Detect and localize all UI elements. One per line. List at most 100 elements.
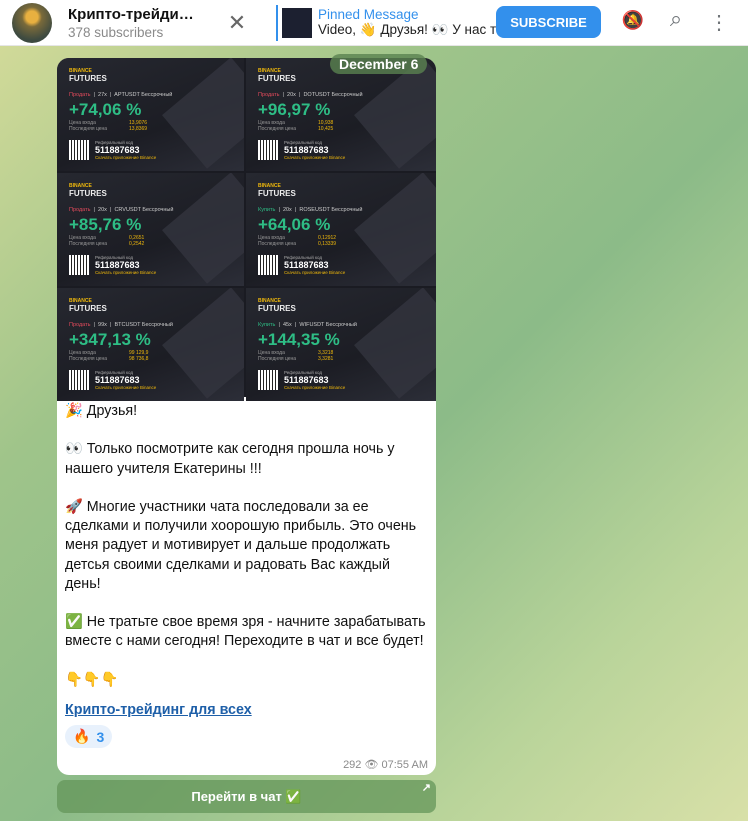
trade-side: Купить bbox=[258, 322, 276, 328]
trade-info: Продать | 20x | CRVUSDT Бессрочный bbox=[69, 207, 174, 213]
eye-icon: 👁 bbox=[364, 759, 379, 771]
ref-code: 511887683 bbox=[284, 260, 329, 270]
prices: Цена входа 10,938 Последняя цена 10,425 bbox=[258, 120, 436, 132]
trade-card[interactable]: BINANCE FUTURES Продать | 20x | DOTUSDT … bbox=[246, 58, 436, 171]
qr-code bbox=[69, 140, 89, 160]
pair: BTCUSDT Бессрочный bbox=[114, 322, 173, 328]
last-label: Последняя цена bbox=[69, 126, 108, 132]
pinned-text: Video, 👋 Друзья! 👀 У нас то… bbox=[318, 22, 518, 37]
trade-info: Продать | 20x | DOTUSDT Бессрочный bbox=[258, 92, 363, 98]
paragraph: 🎉 Друзья! bbox=[65, 403, 138, 419]
leverage: 20x bbox=[282, 207, 292, 213]
leverage: 27x bbox=[98, 92, 107, 98]
trade-info: Продать | 99x | BTCUSDT Бессрочный bbox=[69, 322, 173, 328]
leverage: 20x bbox=[98, 207, 107, 213]
pnl-percent: +347,13 % bbox=[69, 330, 151, 349]
download-label: Скачать приложение Binance bbox=[284, 155, 346, 160]
download-label: Скачать приложение Binance bbox=[95, 270, 157, 275]
ref-code: 511887683 bbox=[284, 145, 329, 155]
ref-code: 511887683 bbox=[95, 145, 140, 155]
futures-label: FUTURES bbox=[69, 74, 107, 83]
pnl-percent: +74,06 % bbox=[69, 100, 142, 119]
futures-label: FUTURES bbox=[258, 189, 296, 198]
go-to-chat-label: Перейти в чат ✅ bbox=[191, 788, 302, 804]
prices: Цена входа 0,2651 Последняя цена 0,2542 bbox=[69, 235, 244, 247]
referral: Реферальный код 511887683 Скачать приложен… bbox=[258, 255, 436, 275]
trade-info: Купить | 45x | WIFUSDT Бессрочный bbox=[258, 322, 357, 328]
external-arrow-icon: ↗ bbox=[421, 782, 431, 794]
mute-icon[interactable]: 🔕 bbox=[620, 10, 646, 31]
search-icon[interactable]: ⌕ bbox=[663, 6, 689, 32]
last-label: Последняя цена bbox=[69, 241, 108, 247]
download-label: Скачать приложение Binance bbox=[284, 270, 346, 275]
pair: CRVUSDT Бессрочный bbox=[114, 207, 174, 213]
ref-code: 511887683 bbox=[95, 260, 140, 270]
referral: Реферальный код 511887683 Скачать приложен… bbox=[69, 255, 244, 275]
reaction-fire[interactable]: 🔥 3 bbox=[65, 725, 113, 749]
trade-card[interactable]: BINANCE FUTURES Продать | 99x | BTCUSDT … bbox=[57, 288, 244, 401]
trade-card[interactable]: BINANCE FUTURES Продать | 20x | CRVUSDT … bbox=[57, 173, 244, 286]
trade-card[interactable]: BINANCE FUTURES Купить | 45x | WIFUSDT Б… bbox=[246, 288, 436, 401]
trade-card[interactable]: BINANCE FUTURES Продать | 27x | APTUSDT … bbox=[57, 58, 244, 171]
subscribe-button[interactable]: SUBSCRIBE bbox=[496, 6, 601, 38]
futures-label: FUTURES bbox=[69, 304, 107, 313]
futures-label: FUTURES bbox=[258, 74, 296, 83]
pnl-percent: +85,76 % bbox=[69, 215, 142, 234]
go-to-chat-button[interactable]: Перейти в чат ✅ ↗ bbox=[57, 780, 436, 813]
futures-label: FUTURES bbox=[69, 189, 107, 198]
qr-code bbox=[69, 255, 89, 275]
subscriber-count: 378 subscribers bbox=[68, 24, 164, 40]
trade-side: Купить bbox=[258, 207, 276, 213]
channel-avatar[interactable] bbox=[12, 2, 52, 43]
fire-icon: 🔥 bbox=[73, 728, 91, 745]
date-badge: December 6 bbox=[330, 54, 428, 74]
leverage: 99x bbox=[98, 322, 107, 328]
pinned-message[interactable]: Pinned Message Video, 👋 Друзья! 👀 У нас … bbox=[276, 4, 518, 41]
chat-header: Крипто-трейди… 378 subscribers ✕ Pinned … bbox=[0, 0, 748, 46]
pinned-title: Pinned Message bbox=[318, 7, 419, 22]
trade-card[interactable]: BINANCE FUTURES Купить | 20x | ROSEUSDT … bbox=[246, 173, 436, 286]
qr-code bbox=[258, 370, 278, 390]
referral: Реферальный код 511887683 Скачать приложен… bbox=[69, 370, 244, 390]
futures-label: FUTURES bbox=[258, 304, 296, 313]
ref-code: 511887683 bbox=[95, 375, 140, 385]
qr-code bbox=[258, 140, 278, 160]
download-label: Скачать приложение Binance bbox=[284, 385, 346, 390]
channel-link[interactable]: Крипто-трейдинг для всех bbox=[65, 702, 252, 718]
paragraph: 👇👇👇 bbox=[65, 671, 119, 688]
paragraph: ✅ Не тратьте свое время зря - начните за… bbox=[65, 614, 426, 650]
leverage: 45x bbox=[282, 322, 292, 328]
referral: Реферальный код 511887683 Скачать приложен… bbox=[69, 140, 244, 160]
menu-icon[interactable]: ⋮ bbox=[706, 10, 732, 35]
view-count: 292 bbox=[343, 759, 362, 771]
last-label: Последняя цена bbox=[258, 241, 297, 247]
close-icon[interactable]: ✕ bbox=[222, 10, 252, 36]
last-label: Последняя цена bbox=[69, 356, 108, 362]
download-label: Скачать приложение Binance bbox=[95, 385, 157, 390]
prices: Цена входа 13,9076 Последняя цена 13,8369 bbox=[69, 120, 244, 132]
message-time: 07:55 AM bbox=[381, 759, 428, 771]
trade-side: Продать bbox=[258, 92, 280, 98]
channel-title: Крипто-трейди… bbox=[68, 5, 194, 23]
pnl-percent: +96,97 % bbox=[258, 100, 331, 119]
message-text: 🎉 Друзья! 👀 Только посмотрите как сегодн… bbox=[57, 397, 436, 720]
message-bubble: BINANCE FUTURES Продать | 27x | APTUSDT … bbox=[57, 58, 436, 775]
channel-info[interactable]: Крипто-трейди… 378 subscribers bbox=[68, 6, 198, 40]
pinned-thumbnail bbox=[282, 7, 312, 38]
pair: WIFUSDT Бессрочный bbox=[299, 322, 357, 328]
leverage: 20x bbox=[287, 92, 296, 98]
last-price: 98 736,8 bbox=[129, 356, 149, 362]
download-label: Скачать приложение Binance bbox=[95, 155, 157, 160]
paragraph: 🚀 Многие участники чата последовали за е… bbox=[65, 498, 417, 592]
last-price: 0,2542 bbox=[129, 241, 145, 247]
pair: DOTUSDT Бессрочный bbox=[303, 92, 363, 98]
pair: APTUSDT Бессрочный bbox=[114, 92, 173, 98]
referral: Реферальный код 511887683 Скачать приложен… bbox=[258, 140, 436, 160]
qr-code bbox=[69, 370, 89, 390]
trade-info: Продать | 27x | APTUSDT Бессрочный bbox=[69, 92, 173, 98]
last-label: Последняя цена bbox=[258, 356, 297, 362]
image-grid[interactable]: BINANCE FUTURES Продать | 27x | APTUSDT … bbox=[57, 58, 436, 401]
last-label: Последняя цена bbox=[258, 126, 297, 132]
ref-code: 511887683 bbox=[284, 375, 329, 385]
prices: Цена входа 0,12912 Последняя цена 0,13339 bbox=[258, 235, 436, 247]
